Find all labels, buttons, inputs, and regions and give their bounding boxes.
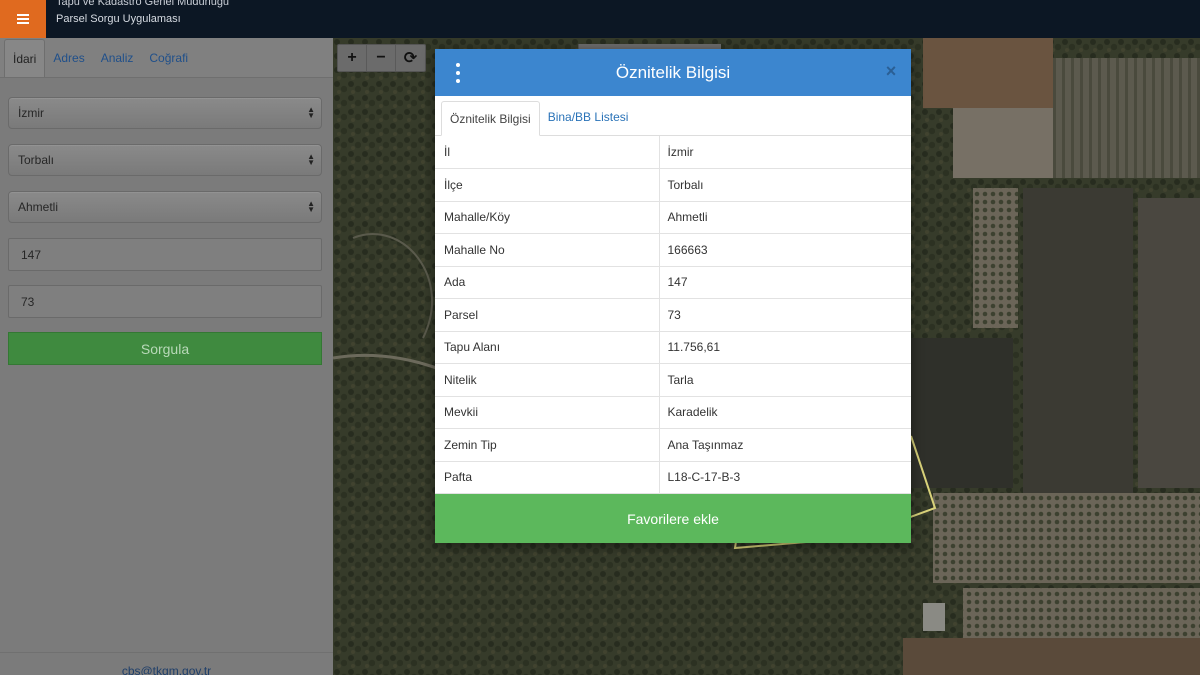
neighborhood-select-value: Ahmetli (18, 200, 59, 214)
ada-input-value: 147 (21, 247, 42, 262)
attribute-key: Mahalle No (435, 233, 660, 267)
add-to-favorites-button[interactable]: Favorilere ekle (435, 494, 911, 543)
province-select[interactable]: İzmir ▲ ▼ (8, 97, 322, 129)
app-header: Tapu ve Kadastro Genel Müdürlüğü Parsel … (0, 0, 1200, 38)
attribute-table: İl İzmir İlçe Torbalı Mahalle/Köy Ahmetli M… (435, 136, 911, 494)
attribute-value: Torbalı (659, 168, 911, 202)
attribute-modal: Öznitelik Bilgisi × Öznitelik Bilgisi Bi… (435, 49, 911, 543)
district-select[interactable]: Torbalı ▲ ▼ (8, 144, 322, 176)
modal-header: Öznitelik Bilgisi × (435, 49, 911, 96)
modal-tabs: Öznitelik Bilgisi Bina/BB Listesi (435, 96, 911, 136)
table-row: İl İzmir (435, 136, 911, 169)
tab-cografi[interactable]: Coğrafi (141, 39, 196, 77)
attribute-key: Parsel (435, 298, 660, 332)
attribute-key: Tapu Alanı (435, 331, 660, 364)
app-title-line1: Tapu ve Kadastro Genel Müdürlüğü (56, 0, 230, 8)
close-icon[interactable]: × (884, 62, 898, 80)
attribute-value: 11.756,61 (659, 331, 911, 364)
select-arrows-icon: ▲ ▼ (307, 105, 315, 120)
refresh-button[interactable]: ⟳ (396, 45, 425, 71)
tab-bina-bb-listesi[interactable]: Bina/BB Listesi (540, 100, 637, 135)
table-row: Tapu Alanı 11.756,61 (435, 331, 911, 364)
attribute-key: İl (435, 136, 660, 169)
tab-idari[interactable]: İdari (4, 39, 46, 77)
table-row: Zemin Tip Ana Taşınmaz (435, 428, 911, 462)
footer-email-link[interactable]: cbs@tkgm.gov.tr (0, 664, 333, 675)
table-row: Nitelik Tarla (435, 363, 911, 397)
table-row: Mevkii Karadelik (435, 396, 911, 429)
attribute-key: Ada (435, 266, 660, 299)
zoom-out-button[interactable]: − (367, 45, 396, 71)
app-title-line2: Parsel Sorgu Uygulaması (56, 13, 181, 25)
parsel-input-value: 73 (21, 294, 35, 309)
tab-adres[interactable]: Adres (45, 39, 92, 77)
province-select-value: İzmir (18, 106, 44, 120)
district-select-value: Torbalı (18, 153, 55, 167)
ada-input[interactable]: 147 (8, 238, 322, 271)
zoom-in-button[interactable]: + (338, 45, 367, 71)
attribute-value: İzmir (659, 136, 911, 169)
table-row: Ada 147 (435, 266, 911, 299)
attribute-key: İlçe (435, 168, 660, 202)
sidebar-tabs: İdari Adres Analiz Coğrafi (0, 38, 333, 78)
select-arrows-icon: ▲ ▼ (307, 199, 315, 214)
parsel-input[interactable]: 73 (8, 285, 322, 318)
table-row: Pafta L18-C-17-B-3 (435, 461, 911, 494)
minus-icon: − (376, 49, 386, 66)
attribute-value: Ana Taşınmaz (659, 428, 911, 462)
sidebar-footer-divider (0, 652, 333, 653)
select-arrows-icon: ▲ ▼ (307, 152, 315, 167)
refresh-icon: ⟳ (403, 50, 418, 67)
neighborhood-select[interactable]: Ahmetli ▲ ▼ (8, 191, 322, 223)
attribute-key: Mahalle/Köy (435, 201, 660, 234)
attribute-value: Ahmetli (659, 201, 911, 234)
attribute-key: Pafta (435, 461, 660, 494)
menu-button[interactable] (0, 0, 46, 38)
query-button[interactable]: Sorgula (8, 332, 322, 365)
table-row: Mahalle/Köy Ahmetli (435, 201, 911, 234)
attribute-value: Karadelik (659, 396, 911, 429)
table-row: Parsel 73 (435, 298, 911, 332)
attribute-key: Mevkii (435, 396, 660, 429)
attribute-value: 73 (659, 298, 911, 332)
plus-icon: + (347, 49, 357, 66)
table-row: İlçe Torbalı (435, 168, 911, 202)
sidebar: İdari Adres Analiz Coğrafi İzmir ▲ ▼ Torb… (0, 38, 333, 675)
app-title: Tapu ve Kadastro Genel Müdürlüğü Parsel … (46, 0, 229, 38)
kebab-menu-icon[interactable] (451, 63, 465, 83)
attribute-value: 147 (659, 266, 911, 299)
attribute-key: Nitelik (435, 363, 660, 397)
modal-title: Öznitelik Bilgisi (615, 62, 731, 82)
attribute-value: L18-C-17-B-3 (659, 461, 911, 494)
tab-oznitelik-bilgisi[interactable]: Öznitelik Bilgisi (441, 101, 540, 136)
map-toolbar: + − ⟳ (337, 44, 426, 72)
hamburger-icon (17, 14, 29, 24)
query-form: İzmir ▲ ▼ Torbalı ▲ ▼ Ahmetli ▲ ▼ 147 73 So… (0, 78, 333, 365)
attribute-value: Tarla (659, 363, 911, 397)
attribute-value: 166663 (659, 233, 911, 267)
tab-analiz[interactable]: Analiz (93, 39, 142, 77)
table-row: Mahalle No 166663 (435, 233, 911, 267)
attribute-key: Zemin Tip (435, 428, 660, 462)
